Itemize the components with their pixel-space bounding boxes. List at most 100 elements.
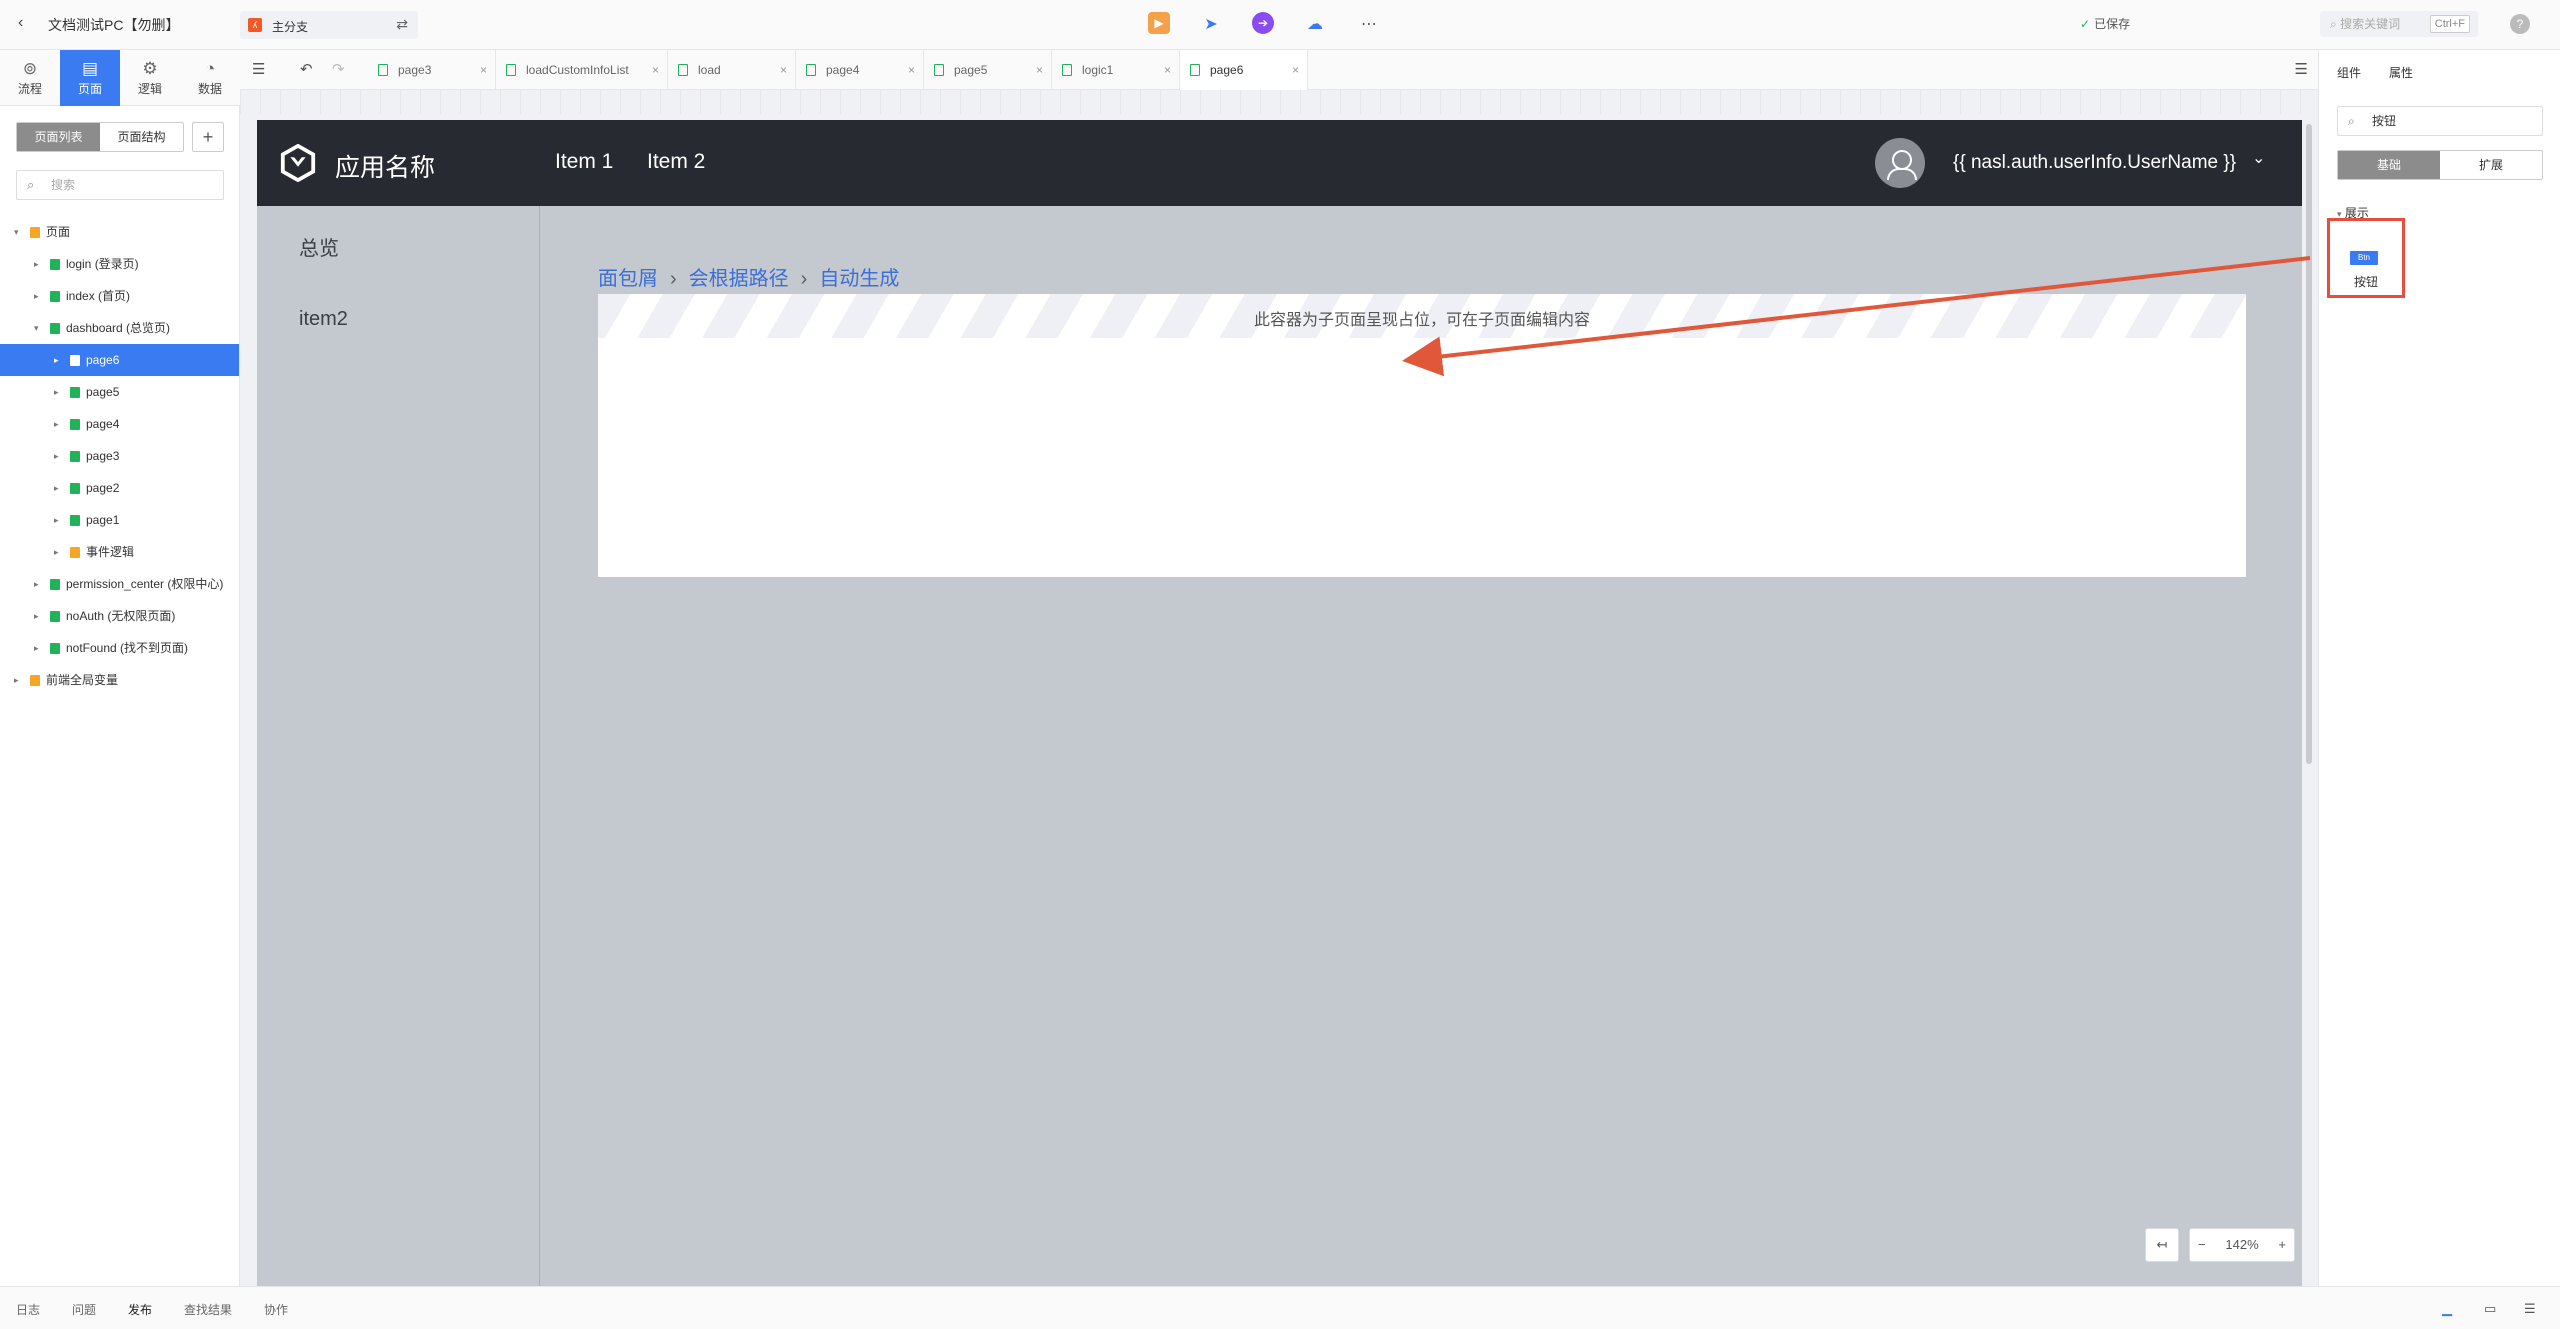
chevron-right-icon[interactable]: ▸ [14, 664, 19, 696]
page-structure-tab[interactable]: 页面结构 [100, 123, 183, 151]
chevron-right-icon[interactable]: ▸ [34, 632, 39, 664]
tab-logic[interactable]: ⚙ 逻辑 [120, 50, 180, 106]
folder-icon [30, 227, 40, 238]
tree-node[interactable]: ▸ page3 [0, 440, 239, 472]
search-results-tab[interactable]: 查找结果 [184, 1301, 232, 1318]
more-icon[interactable]: ⋯ [1356, 12, 1382, 38]
close-icon[interactable]: × [480, 50, 487, 90]
component-search-input[interactable]: ⌕ 按钮 [2337, 106, 2543, 136]
tree-node[interactable]: ▸ notFound (找不到页面) [0, 632, 239, 664]
chevron-down-icon[interactable]: ▾ [34, 312, 39, 344]
chevron-down-icon[interactable]: ▾ [14, 216, 19, 248]
page-list-tab[interactable]: 页面列表 [17, 123, 100, 151]
close-icon[interactable]: × [652, 50, 659, 90]
tab-data[interactable]: ◔ 数据 [180, 50, 240, 106]
close-icon[interactable]: × [780, 50, 787, 90]
app-side-item-overview[interactable]: 总览 [299, 232, 339, 261]
nav-item-2[interactable]: Item 2 [647, 150, 705, 174]
close-icon[interactable]: × [1292, 50, 1299, 90]
layout-split-icon[interactable]: ▭ [2484, 1301, 2496, 1317]
chevron-right-icon[interactable]: ▸ [54, 344, 59, 376]
deploy-icon[interactable]: ➔ [1252, 12, 1274, 34]
extension-tab[interactable]: 扩展 [2440, 151, 2542, 179]
app-side-item-2[interactable]: item2 [299, 308, 348, 331]
fit-screen-button[interactable]: ↤ [2145, 1228, 2179, 1262]
problems-tab[interactable]: 问题 [72, 1301, 96, 1318]
tree-node[interactable]: ▸ page2 [0, 472, 239, 504]
close-icon[interactable]: × [1164, 50, 1171, 90]
help-icon[interactable]: ? [2510, 14, 2530, 34]
layout-bottom-icon[interactable]: ▁ [2442, 1301, 2452, 1317]
app-preview[interactable]: 应用名称 Item 1 Item 2 {{ nasl.auth.userInfo… [257, 120, 2302, 1292]
chevron-right-icon[interactable]: ▸ [54, 536, 59, 568]
breadcrumb-item[interactable]: 面包屑 [598, 268, 658, 290]
switch-branch-icon[interactable]: ⇄ [396, 16, 408, 33]
editor-tab[interactable]: page3 × [368, 50, 496, 90]
preview-icon[interactable]: ▶ [1148, 12, 1170, 34]
tree-node[interactable]: ▸ page4 [0, 408, 239, 440]
nav-item-1[interactable]: Item 1 [555, 150, 613, 174]
tree-node[interactable]: ▾ dashboard (总览页) [0, 312, 239, 344]
design-canvas[interactable]: 应用名称 Item 1 Item 2 {{ nasl.auth.userInfo… [240, 90, 2318, 1292]
chevron-right-icon[interactable]: ▸ [54, 408, 59, 440]
undo-icon[interactable]: ↶ [300, 60, 313, 78]
button-component[interactable]: Btn 按钮 [2327, 218, 2405, 298]
tab-properties[interactable]: 属性 [2389, 64, 2413, 81]
publish-icon[interactable]: ➤ [1198, 12, 1224, 38]
page-search-input[interactable]: ⌕ 搜索 [16, 170, 224, 200]
tree-node[interactable]: ▸ noAuth (无权限页面) [0, 600, 239, 632]
tree-node[interactable]: ▸ 事件逻辑 [0, 536, 239, 568]
editor-tab[interactable]: page4 × [796, 50, 924, 90]
tab-flow[interactable]: ⊚ 流程 [0, 50, 60, 106]
close-icon[interactable]: × [908, 50, 915, 90]
close-icon[interactable]: × [1036, 50, 1043, 90]
tree-node[interactable]: ▸ page6 [0, 344, 239, 376]
tree-node[interactable]: ▾ 页面 [0, 216, 239, 248]
tree-node[interactable]: ▸ permission_center (权限中心) [0, 568, 239, 600]
zoom-in-button[interactable]: + [2278, 1229, 2286, 1261]
breadcrumb-item[interactable]: 自动生成 [819, 268, 899, 290]
cloud-icon[interactable]: ☁ [1302, 12, 1328, 38]
editor-tab[interactable]: load × [668, 50, 796, 90]
chevron-down-icon[interactable]: ⌄ [2252, 148, 2265, 168]
global-search-input[interactable]: ⌕ 搜索关键词 Ctrl+F [2320, 11, 2478, 37]
expand-panel-icon[interactable]: ☰ [2295, 60, 2308, 78]
editor-tab[interactable]: logic1 × [1052, 50, 1180, 90]
avatar[interactable] [1875, 138, 1925, 188]
page-tree: ▾ 页面 ▸ login (登录页) ▸ index (首页) ▾ dashboard (总览… [0, 216, 239, 696]
editor-tab[interactable]: page5 × [924, 50, 1052, 90]
tree-node[interactable]: ▸ page5 [0, 376, 239, 408]
redo-icon[interactable]: ↷ [332, 60, 345, 78]
breadcrumb-item[interactable]: 会根据路径 [689, 268, 789, 290]
tree-node[interactable]: ▸ login (登录页) [0, 248, 239, 280]
canvas-scrollbar[interactable] [2306, 124, 2312, 764]
chevron-right-icon[interactable]: ▸ [54, 440, 59, 472]
chevron-right-icon[interactable]: ▸ [34, 600, 39, 632]
chevron-right-icon[interactable]: ▸ [34, 280, 39, 312]
branch-selector[interactable]: ʎ 主分支 ⇄ [240, 11, 418, 39]
editor-tab[interactable]: page6 × [1180, 50, 1308, 91]
tree-node[interactable]: ▸ page1 [0, 504, 239, 536]
layout-full-icon[interactable]: ☰ [2524, 1301, 2536, 1317]
app-header[interactable]: 应用名称 Item 1 Item 2 {{ nasl.auth.userInfo… [257, 120, 2302, 206]
subpage-container[interactable]: 此容器为子页面呈现占位，可在子页面编辑内容 [598, 294, 2246, 577]
chevron-right-icon[interactable]: ▸ [54, 376, 59, 408]
zoom-out-button[interactable]: − [2198, 1229, 2206, 1261]
basic-tab[interactable]: 基础 [2338, 151, 2440, 179]
chevron-right-icon[interactable]: ▸ [34, 248, 39, 280]
user-name[interactable]: {{ nasl.auth.userInfo.UserName }} [1953, 152, 2236, 174]
publish-tab[interactable]: 发布 [128, 1301, 152, 1318]
tab-components[interactable]: 组件 [2337, 64, 2361, 81]
editor-tab[interactable]: loadCustomInfoList × [496, 50, 668, 90]
tree-node[interactable]: ▸ index (首页) [0, 280, 239, 312]
chevron-right-icon[interactable]: ▸ [54, 472, 59, 504]
collaboration-tab[interactable]: 协作 [264, 1301, 288, 1318]
chevron-right-icon[interactable]: ▸ [34, 568, 39, 600]
tab-page[interactable]: ▤ 页面 [60, 50, 120, 106]
collapse-sidebar-icon[interactable]: ☰ [252, 60, 265, 78]
chevron-right-icon[interactable]: ▸ [54, 504, 59, 536]
back-icon[interactable]: ‹ [18, 14, 23, 32]
tree-node[interactable]: ▸ 前端全局变量 [0, 664, 239, 696]
add-page-button[interactable]: + [192, 122, 224, 152]
log-tab[interactable]: 日志 [16, 1301, 40, 1318]
